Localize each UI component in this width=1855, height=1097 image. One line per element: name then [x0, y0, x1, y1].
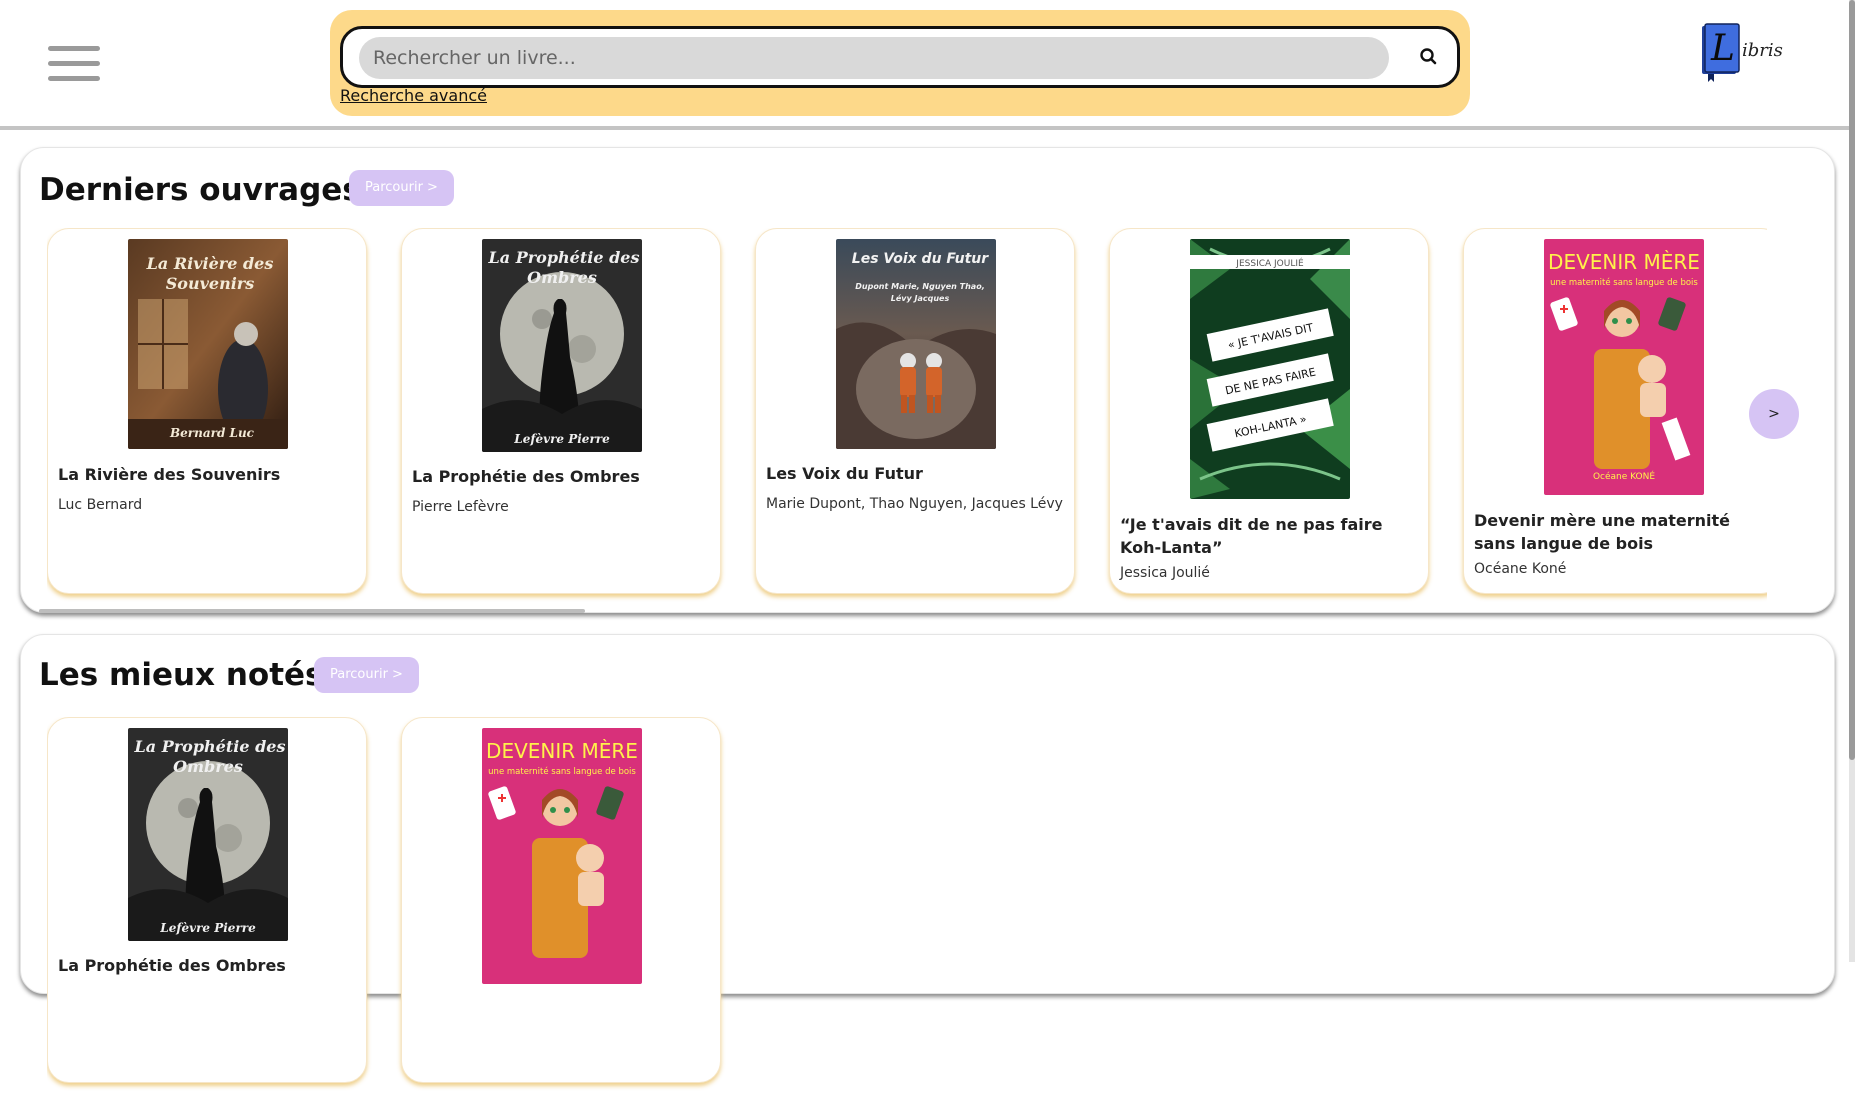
book-title: Devenir mère une maternité sans langue d…	[1474, 511, 1731, 553]
cover-author: Bernard Luc	[169, 426, 255, 440]
book-author: Jessica Joulié	[1120, 565, 1210, 581]
latest-books-section: Derniers ouvrages Parcourir > La Rivière	[20, 147, 1835, 613]
search-box	[340, 26, 1460, 88]
cover-l1: DEVENIR MÈRE	[1548, 250, 1700, 274]
book-author: Marie Dupont, Thao Nguyen, Jacques Lévy	[766, 496, 1063, 512]
book-card[interactable]: Les Voix du Futur Dupont Marie, Nguyen T…	[755, 228, 1075, 594]
book-cover: La Prophétie des Ombres Lefèvre Pierre	[482, 239, 642, 452]
book-author: Pierre Lefèvre	[412, 499, 509, 515]
cover-author: Océane KONÉ	[1593, 470, 1655, 482]
book-title: La Prophétie des Ombres	[412, 467, 640, 486]
cover-l2: une maternité sans langue de bois	[1550, 277, 1698, 288]
advanced-search-link[interactable]: Recherche avancé	[340, 86, 487, 105]
book-card[interactable]: JESSICA JOULIÉ « JE T'AVAIS DIT DE NE PA…	[1109, 228, 1429, 594]
book-author: Luc Bernard	[58, 497, 143, 513]
browse-top-rated-button[interactable]: Parcourir >	[314, 657, 419, 693]
vertical-scrollbar-thumb[interactable]	[1849, 0, 1855, 760]
section-title: Derniers ouvrages	[39, 172, 361, 208]
section-title: Les mieux notés	[39, 657, 324, 693]
horizontal-scrollbar[interactable]	[39, 609, 585, 613]
book-card[interactable]: DEVENIR MÈRE une maternité sans langue d…	[1463, 228, 1767, 594]
book-title: “Je t'avais dit de ne pas faire Koh-Lant…	[1120, 515, 1383, 557]
search-icon[interactable]	[1413, 41, 1445, 73]
search-panel: Recherche avancé	[330, 10, 1470, 116]
top-header: Recherche avancé L ibris	[0, 0, 1849, 130]
carousel-next-button[interactable]: >	[1749, 389, 1799, 439]
cover-title-l2: Ombres	[527, 268, 597, 287]
book-card[interactable]: La Prophétie des Ombres Lefèvre Pierre L…	[401, 228, 721, 594]
book-cover: DEVENIR MÈRE une maternité sans langue d…	[482, 728, 642, 984]
book-card[interactable]: DEVENIR MÈRE une maternité sans langue d…	[401, 717, 721, 1083]
cover-title-l2: Ombres	[173, 757, 243, 776]
cover-title-l2: Souvenirs	[166, 274, 254, 293]
cover-title-l1: La Prophétie des	[134, 737, 286, 756]
cover-author: Lefèvre Pierre	[159, 921, 256, 935]
book-cover: Les Voix du Futur Dupont Marie, Nguyen T…	[836, 239, 996, 449]
cover-sub-l2: Lévy Jacques	[891, 293, 950, 303]
cover-author: Lefèvre Pierre	[513, 432, 610, 446]
cover-sub-l1: Dupont Marie, Nguyen Thao,	[855, 282, 984, 291]
libris-logo[interactable]: L ibris	[1700, 20, 1800, 90]
logo-text: ibris	[1742, 40, 1783, 61]
book-title: Les Voix du Futur	[766, 464, 923, 483]
cover-l1: DEVENIR MÈRE	[486, 739, 638, 763]
book-cover: La Rivière des Souvenirs Bernard Luc	[128, 239, 288, 449]
browse-latest-button[interactable]: Parcourir >	[349, 170, 454, 206]
cover-l2: une maternité sans langue de bois	[488, 766, 636, 777]
logo-letter: L	[1710, 28, 1735, 69]
search-input[interactable]	[359, 37, 1389, 79]
app-window: Recherche avancé L ibris Derniers ouvrag…	[0, 0, 1855, 1083]
book-card[interactable]: La Prophétie des Ombres Lefèvre Pierre L…	[47, 717, 367, 1083]
cover-top: JESSICA JOULIÉ	[1235, 257, 1304, 269]
book-cover: DEVENIR MÈRE une maternité sans langue d…	[1544, 239, 1704, 495]
top-rated-section: Les mieux notés Parcourir > La Prophétie…	[20, 634, 1835, 1083]
top-rated-carousel: La Prophétie des Ombres Lefèvre Pierre L…	[47, 717, 1767, 1097]
book-card[interactable]: La Rivière des Souvenirs Bernard Luc La …	[47, 228, 367, 594]
book-title: La Prophétie des Ombres	[58, 956, 286, 975]
cover-title-l1: La Rivière des	[146, 254, 274, 273]
cover-title-l1: La Prophétie des	[488, 248, 640, 267]
latest-books-carousel: La Rivière des Souvenirs Bernard Luc La …	[47, 228, 1767, 608]
book-author: Océane Koné	[1474, 561, 1567, 577]
book-title: La Rivière des Souvenirs	[58, 465, 281, 484]
book-cover: JESSICA JOULIÉ « JE T'AVAIS DIT DE NE PA…	[1190, 239, 1350, 499]
hamburger-menu-icon[interactable]	[48, 46, 100, 82]
cover-title-l1: Les Voix du Futur	[852, 251, 989, 267]
book-cover: La Prophétie des Ombres Lefèvre Pierre	[128, 728, 288, 941]
